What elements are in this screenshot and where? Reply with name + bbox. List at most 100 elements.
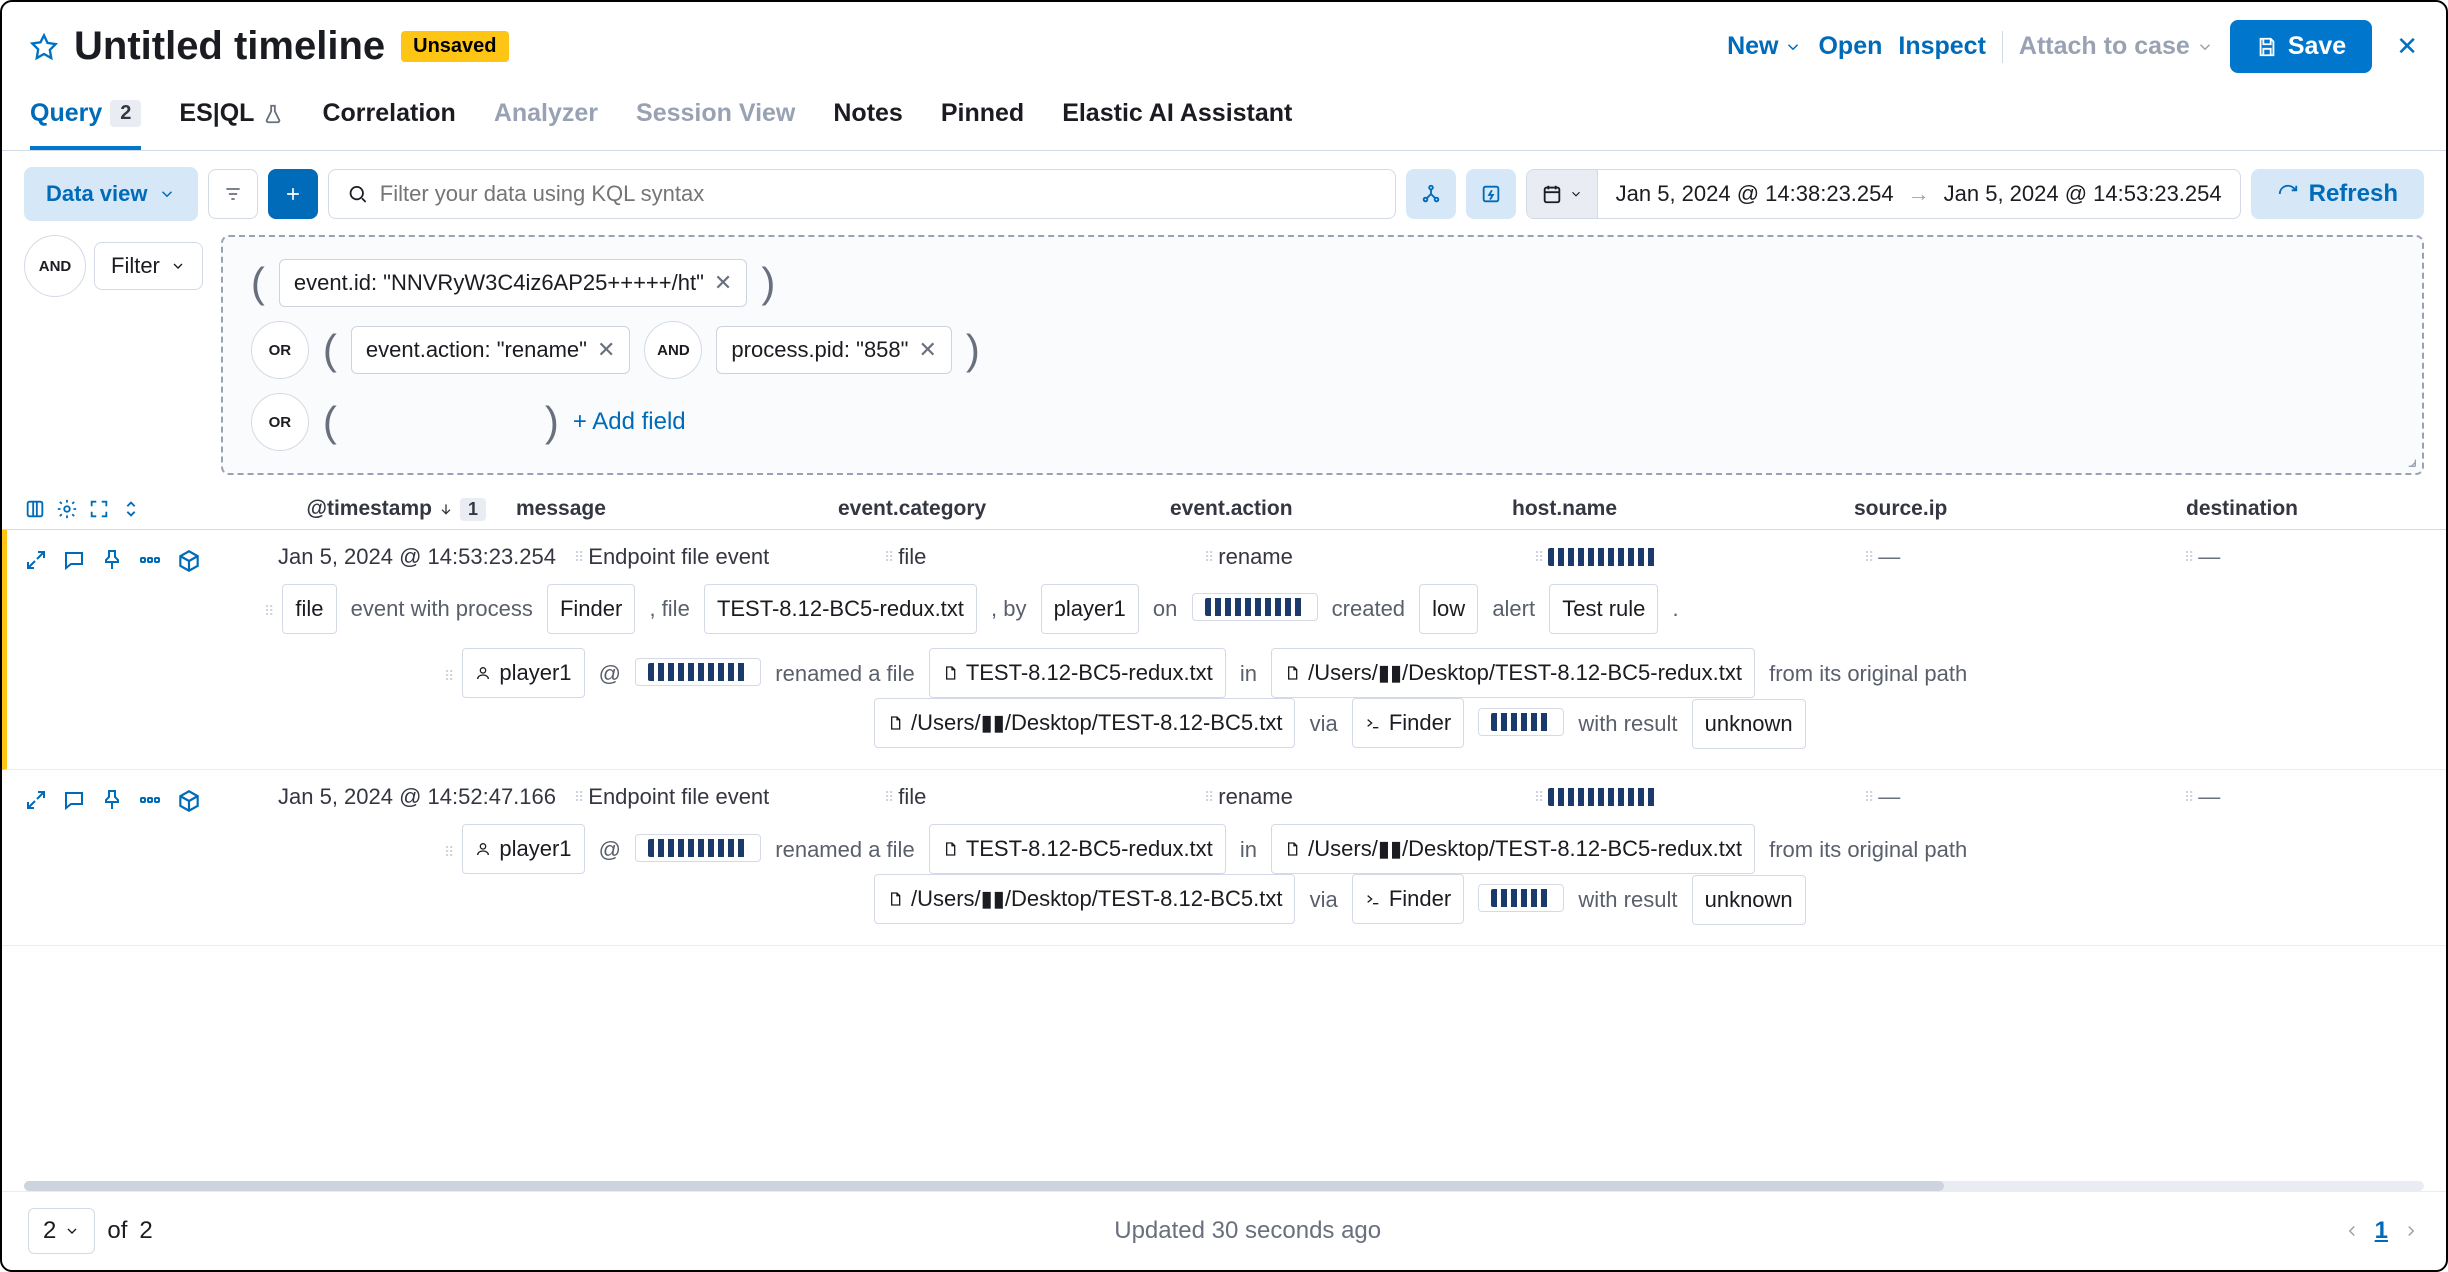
filter-pill-process-pid[interactable]: process.pid: "858"✕ (716, 326, 952, 374)
tab-query[interactable]: Query2 (30, 87, 141, 150)
date-picker-button[interactable] (1527, 170, 1598, 218)
chip-path[interactable]: /Users/▮▮/Desktop/TEST-8.12-BC5.txt (874, 874, 1295, 924)
remove-filter-icon[interactable]: ✕ (918, 337, 936, 363)
col-timestamp[interactable]: @timestamp1 (194, 497, 504, 521)
columns-icon[interactable] (24, 498, 46, 520)
tab-correlation[interactable]: Correlation (322, 87, 455, 150)
current-page[interactable]: 1 (2375, 1217, 2388, 1245)
add-filter-button[interactable] (268, 169, 318, 219)
save-icon (2256, 36, 2278, 58)
next-page-button[interactable] (2402, 1222, 2420, 1240)
chip-path[interactable]: /Users/▮▮/Desktop/TEST-8.12-BC5-redux.tx… (1271, 824, 1755, 874)
chip-process[interactable]: Finder (547, 584, 635, 634)
tab-notes[interactable]: Notes (833, 87, 902, 150)
chip-path[interactable]: /Users/▮▮/Desktop/TEST-8.12-BC5.txt (874, 698, 1295, 748)
attach-to-case-button[interactable]: Attach to case (2019, 32, 2214, 61)
chip-host-redacted[interactable] (635, 658, 761, 686)
event-button[interactable] (1466, 169, 1516, 219)
chip-process[interactable]: Finder (1352, 874, 1464, 924)
data-view-button[interactable]: Data view (24, 167, 198, 221)
col-destination[interactable]: destination (2186, 497, 2424, 521)
prev-page-button[interactable] (2343, 1222, 2361, 1240)
inspect-button[interactable]: Inspect (1898, 32, 1986, 61)
chip-result[interactable]: unknown (1692, 875, 1806, 925)
calendar-icon (1541, 183, 1563, 205)
chip-severity[interactable]: low (1419, 584, 1478, 634)
tab-ai-assistant[interactable]: Elastic AI Assistant (1062, 87, 1292, 150)
date-range-display[interactable]: Jan 5, 2024 @ 14:38:23.254 → Jan 5, 2024… (1598, 170, 2240, 218)
more-icon[interactable] (138, 788, 162, 812)
tab-session-view[interactable]: Session View (636, 87, 795, 150)
tab-esql[interactable]: ES|QL (179, 87, 284, 150)
updated-label: Updated 30 seconds ago (153, 1217, 2343, 1245)
resize-handle-icon[interactable] (2402, 453, 2418, 469)
and-operator-chip[interactable]: AND (24, 235, 86, 297)
remove-filter-icon[interactable]: ✕ (714, 270, 732, 296)
page-size-select[interactable]: 2 (28, 1208, 95, 1254)
add-field-button[interactable]: + Add field (573, 408, 686, 436)
and-operator-chip[interactable]: AND (644, 321, 702, 379)
kql-input-wrap[interactable] (328, 169, 1396, 219)
chip-redacted[interactable] (1478, 884, 1564, 912)
fullscreen-icon[interactable] (88, 498, 110, 520)
chip-user[interactable]: player1 (462, 824, 584, 874)
refresh-button[interactable]: Refresh (2251, 169, 2424, 219)
new-button[interactable]: New (1727, 32, 1802, 61)
chip-user[interactable]: player1 (462, 648, 584, 698)
beaker-icon (262, 103, 284, 125)
open-button[interactable]: Open (1818, 32, 1882, 61)
col-event-category[interactable]: event.category (838, 497, 1158, 521)
or-operator-chip[interactable]: OR (251, 321, 309, 379)
gear-icon[interactable] (56, 498, 78, 520)
close-button[interactable]: ✕ (2396, 31, 2418, 62)
more-icon[interactable] (138, 548, 162, 572)
comment-icon[interactable] (62, 548, 86, 572)
cell-source: ⠿— (1864, 544, 2184, 570)
chip-result[interactable]: unknown (1692, 699, 1806, 749)
save-button[interactable]: Save (2230, 20, 2372, 73)
col-event-action[interactable]: event.action (1170, 497, 1500, 521)
pin-icon[interactable] (100, 548, 124, 572)
filter-dropdown[interactable]: Filter (94, 242, 203, 290)
comment-icon[interactable] (62, 788, 86, 812)
chip-rule[interactable]: Test rule (1549, 584, 1658, 634)
chip-host-redacted[interactable] (1192, 593, 1318, 621)
timeline-title[interactable]: Untitled timeline (74, 24, 385, 69)
graph-button[interactable] (1406, 169, 1456, 219)
chip-filename[interactable]: TEST-8.12-BC5-redux.txt (929, 824, 1226, 874)
paren-close: ) (966, 326, 980, 374)
horizontal-scrollbar[interactable] (24, 1181, 2424, 1191)
chip-filename[interactable]: TEST-8.12-BC5-redux.txt (704, 584, 977, 634)
filter-dropzone[interactable]: ( event.id: "NNVRyW3C4iz6AP25+++++/ht"✕ … (221, 235, 2424, 475)
tab-pinned[interactable]: Pinned (941, 87, 1024, 150)
cube-icon[interactable] (176, 788, 202, 814)
sort-icon[interactable] (120, 498, 142, 520)
pin-icon[interactable] (100, 788, 124, 812)
col-source-ip[interactable]: source.ip (1854, 497, 2174, 521)
tab-analyzer[interactable]: Analyzer (494, 87, 598, 150)
chip-host-redacted[interactable] (635, 834, 761, 862)
col-message[interactable]: message (516, 497, 826, 521)
expand-icon[interactable] (24, 788, 48, 812)
filter-pill-event-id[interactable]: event.id: "NNVRyW3C4iz6AP25+++++/ht"✕ (279, 259, 747, 307)
chip-path[interactable]: /Users/▮▮/Desktop/TEST-8.12-BC5-redux.tx… (1271, 648, 1755, 698)
kql-input[interactable] (380, 181, 1377, 207)
document-icon (942, 841, 958, 857)
chip-filename[interactable]: TEST-8.12-BC5-redux.txt (929, 648, 1226, 698)
cell-host: ⠿ (1534, 544, 1864, 570)
favorite-star-icon[interactable] (30, 33, 58, 61)
chip-user[interactable]: player1 (1041, 584, 1139, 634)
chip-redacted[interactable] (1478, 708, 1564, 736)
chip-process[interactable]: Finder (1352, 698, 1464, 748)
document-icon (887, 715, 903, 731)
plus-icon (283, 184, 303, 204)
filter-icon-button[interactable] (208, 169, 258, 219)
remove-filter-icon[interactable]: ✕ (597, 337, 615, 363)
cube-icon[interactable] (176, 548, 202, 574)
expand-icon[interactable] (24, 548, 48, 572)
filter-pill-event-action[interactable]: event.action: "rename"✕ (351, 326, 631, 374)
chevron-down-icon (1784, 38, 1802, 56)
or-operator-chip[interactable]: OR (251, 393, 309, 451)
chip-file[interactable]: file (282, 584, 336, 634)
col-host-name[interactable]: host.name (1512, 497, 1842, 521)
